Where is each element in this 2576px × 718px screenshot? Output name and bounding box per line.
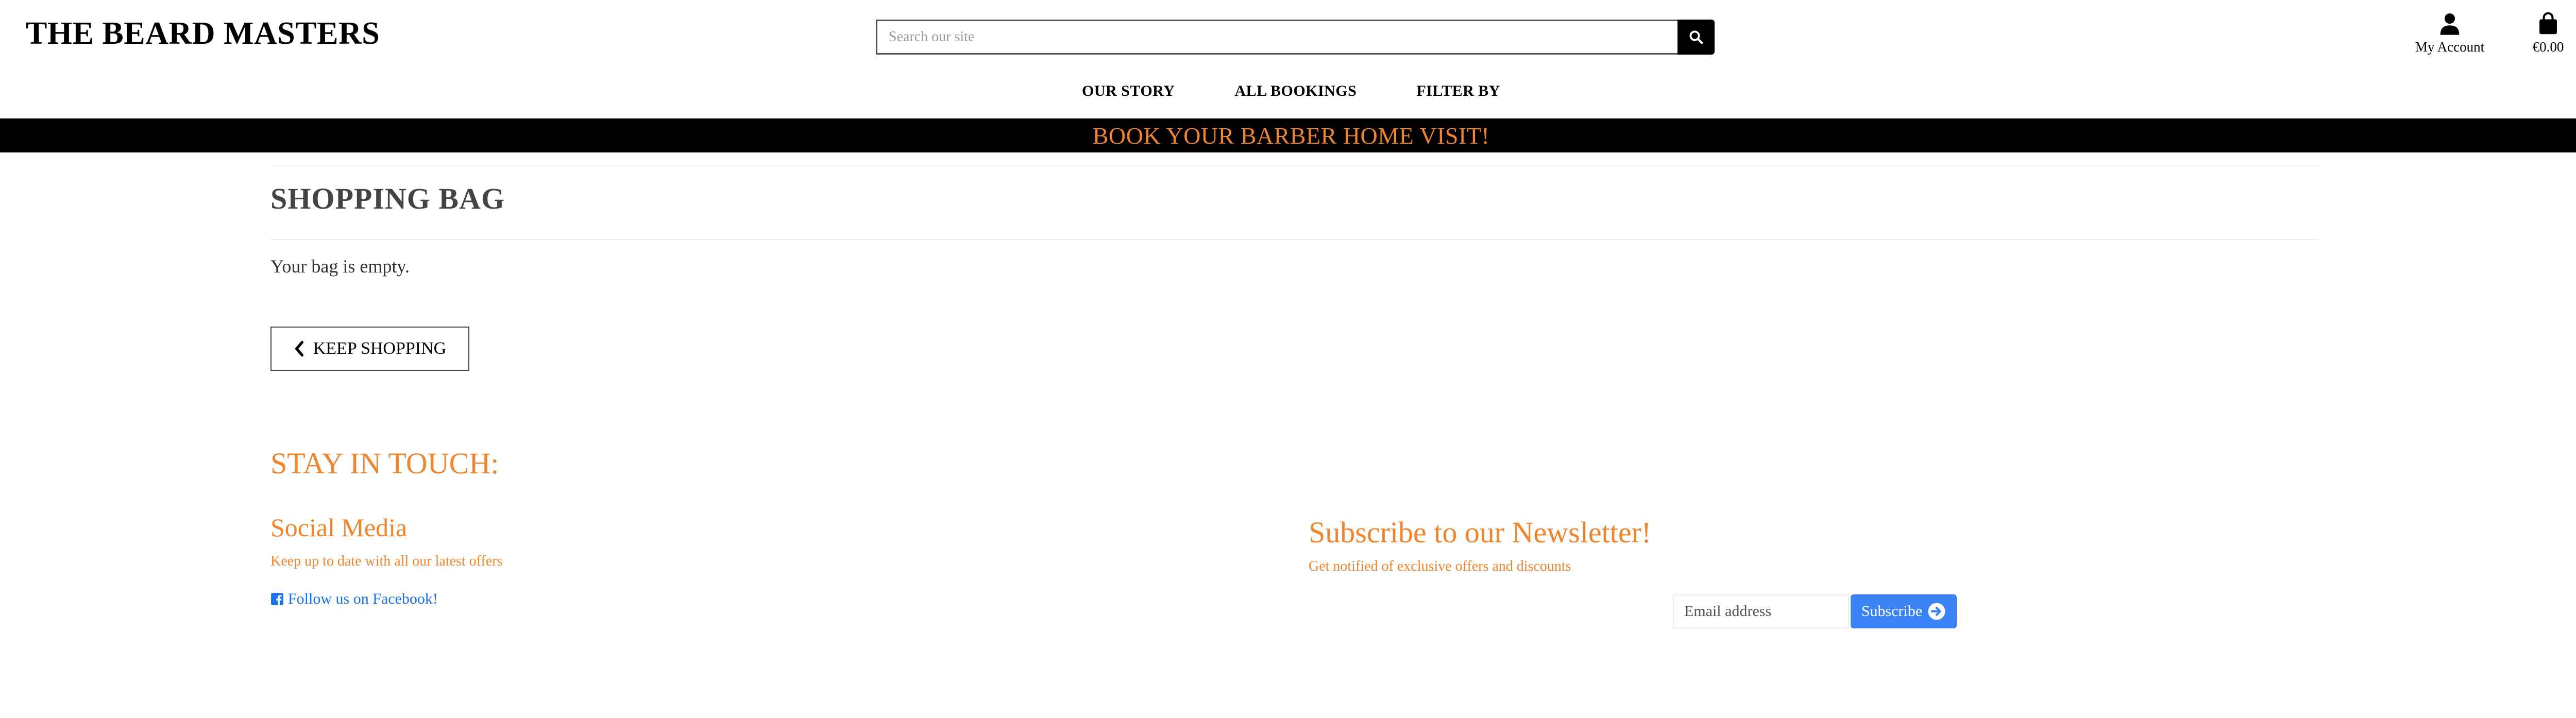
- page-title: SHOPPING BAG: [270, 182, 505, 215]
- nav-our-story[interactable]: OUR STORY: [1082, 82, 1175, 100]
- promo-banner-text[interactable]: BOOK YOUR BARBER HOME VISIT!: [1093, 122, 1489, 149]
- my-account-link[interactable]: My Account: [2411, 11, 2488, 55]
- site-logo[interactable]: THE BEARD MASTERS: [26, 15, 380, 52]
- newsletter-heading: Subscribe to our Newsletter!: [1309, 516, 1652, 549]
- site-header: THE BEARD MASTERS My Account €0.00: [0, 0, 2576, 118]
- bag-total: €0.00: [2532, 39, 2564, 55]
- arrow-circle-right-icon: [1928, 603, 1945, 620]
- facebook-link-label: Follow us on Facebook!: [288, 590, 438, 607]
- chevron-left-icon: [295, 340, 303, 357]
- user-icon: [2440, 13, 2460, 35]
- main-nav: OUR STORY ALL BOOKINGS FILTER BY: [0, 82, 2576, 100]
- newsletter-email-input[interactable]: [1673, 594, 1849, 628]
- shopping-bag-link[interactable]: €0.00: [2524, 11, 2572, 55]
- subscribe-label: Subscribe: [1861, 603, 1923, 620]
- divider-top: [270, 165, 2318, 166]
- subscribe-button[interactable]: Subscribe: [1851, 594, 1957, 628]
- shopping-bag-icon: [2539, 12, 2557, 35]
- stay-in-touch-heading: STAY IN TOUCH:: [270, 447, 499, 480]
- newsletter-text: Get notified of exclusive offers and dis…: [1309, 558, 1571, 574]
- search-form: [876, 20, 1715, 55]
- search-button[interactable]: [1677, 20, 1715, 55]
- promo-banner: BOOK YOUR BARBER HOME VISIT!: [0, 118, 2576, 152]
- keep-shopping-label: KEEP SHOPPING: [313, 339, 447, 358]
- nav-all-bookings[interactable]: ALL BOOKINGS: [1234, 82, 1357, 100]
- facebook-link[interactable]: Follow us on Facebook!: [270, 590, 438, 608]
- divider-title: [270, 239, 2318, 240]
- search-icon: [1689, 30, 1703, 44]
- search-input[interactable]: [876, 20, 1677, 55]
- my-account-label: My Account: [2415, 39, 2485, 55]
- social-media-heading: Social Media: [270, 513, 408, 542]
- empty-bag-message: Your bag is empty.: [270, 256, 410, 277]
- keep-shopping-button[interactable]: KEEP SHOPPING: [270, 327, 469, 371]
- social-media-text: Keep up to date with all our latest offe…: [270, 553, 503, 569]
- facebook-icon: [271, 593, 283, 605]
- nav-filter-by[interactable]: FILTER BY: [1416, 82, 1500, 100]
